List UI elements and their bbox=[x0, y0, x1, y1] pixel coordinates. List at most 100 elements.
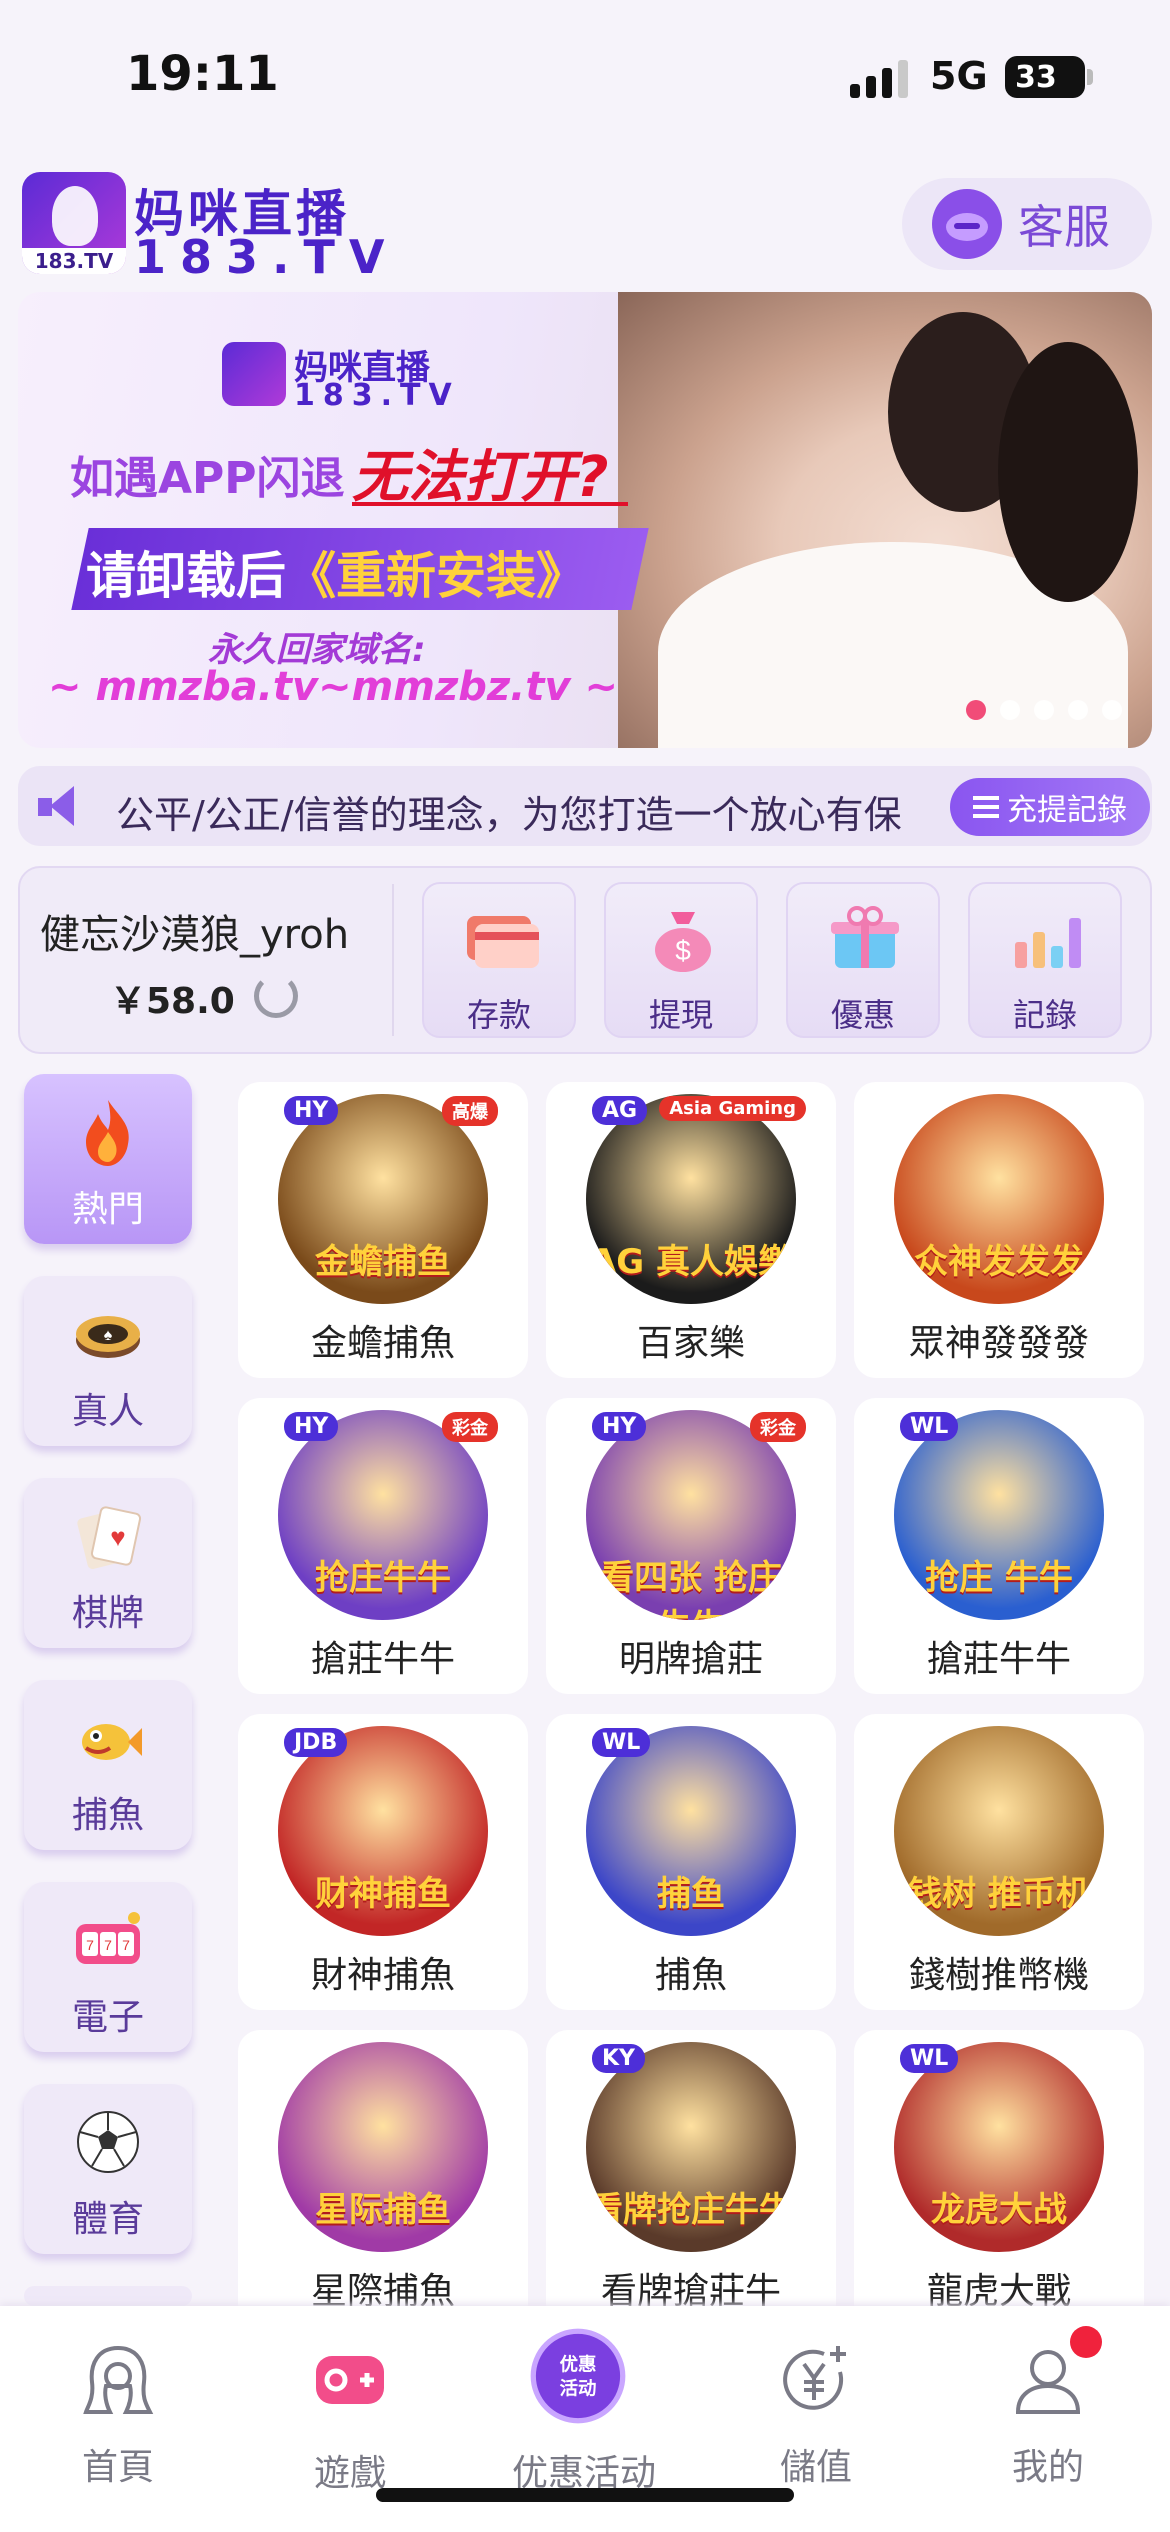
logo-badge: 183.TV bbox=[22, 248, 126, 274]
customer-service-button[interactable]: 客服 bbox=[902, 178, 1152, 270]
game-title: 錢樹推幣機 bbox=[908, 1955, 1089, 1996]
action-label: 優惠 bbox=[830, 996, 895, 1034]
tab-label: 儲值 bbox=[779, 2447, 852, 2488]
category-live[interactable]: ♠ 真人 bbox=[24, 1276, 192, 1446]
provider-badge: AG bbox=[592, 1096, 648, 1125]
game-card[interactable]: 抢庄 牛牛 WL 搶莊牛牛 bbox=[854, 1398, 1144, 1694]
game-card[interactable]: 看牌抢庄牛牛 KY 看牌搶莊牛 bbox=[546, 2030, 836, 2326]
tab-games[interactable]: 遊戲 bbox=[250, 2330, 450, 2510]
divider bbox=[392, 884, 394, 1036]
provider-badge: WL bbox=[900, 1412, 959, 1441]
banner-dot[interactable] bbox=[1034, 700, 1054, 720]
game-title: 搶莊牛牛 bbox=[310, 1639, 455, 1680]
category-hot[interactable]: 熱門 bbox=[24, 1074, 192, 1244]
notification-dot bbox=[1070, 2326, 1102, 2358]
service-label: 客服 bbox=[1018, 200, 1110, 254]
bar-chart-icon bbox=[1015, 918, 1081, 968]
game-card[interactable]: 众神发发发眾神發發發 bbox=[854, 1082, 1144, 1378]
username: 健忘沙漠狼_yroh bbox=[40, 912, 350, 958]
promo-badge-icon: 优惠 活动 bbox=[530, 2328, 626, 2424]
fish-icon bbox=[82, 1724, 142, 1760]
tab-promotions[interactable]: 优惠 活动 优惠活动 bbox=[484, 2328, 684, 2510]
category-label: 捕魚 bbox=[71, 1795, 144, 1836]
refresh-icon[interactable] bbox=[254, 974, 298, 1018]
category-label: 熱門 bbox=[71, 1189, 144, 1230]
category-cards[interactable]: ♥ 棋牌 bbox=[24, 1478, 192, 1648]
game-thumbnail-text: 看四张 抢庄牛牛 bbox=[600, 1558, 782, 1620]
banner-line1-prefix: 如遇APP闪退 bbox=[70, 453, 345, 504]
ribbon-highlight: 《重新安装》 bbox=[286, 547, 586, 605]
game-thumbnail: 龙虎大战 bbox=[894, 2042, 1104, 2252]
gamepad-icon bbox=[316, 2356, 384, 2404]
transaction-records-button[interactable]: 充提記錄 bbox=[950, 778, 1150, 836]
status-bar: 19:11 5G 33 bbox=[0, 0, 1170, 150]
category-label: 體育 bbox=[71, 2199, 144, 2240]
banner-dot[interactable] bbox=[966, 700, 986, 720]
game-title: 眾神發發發 bbox=[908, 1323, 1089, 1364]
category-sports[interactable]: 體育 bbox=[24, 2084, 192, 2254]
game-title: 捕魚 bbox=[654, 1955, 727, 1996]
records-label: 充提記錄 bbox=[1007, 793, 1127, 828]
game-card[interactable]: 看四张 抢庄牛牛 HY 彩金明牌搶莊 bbox=[546, 1398, 836, 1694]
corner-badge: Asia Gaming bbox=[659, 1096, 806, 1121]
records-button[interactable]: 記錄 bbox=[968, 882, 1122, 1038]
provider-badge: WL bbox=[900, 2044, 959, 2073]
poker-chip-icon: ♠ bbox=[76, 1316, 140, 1358]
game-thumbnail-text: 抢庄 牛牛 bbox=[925, 1558, 1073, 1598]
fire-icon bbox=[86, 1100, 129, 1166]
banner-pagination bbox=[966, 700, 1122, 720]
corner-badge: 彩金 bbox=[750, 1412, 806, 1442]
game-thumbnail-text: 看牌抢庄牛牛 bbox=[589, 2190, 793, 2230]
tab-deposit[interactable]: 儲值 bbox=[716, 2330, 916, 2510]
game-thumbnail-text: 捕鱼 bbox=[657, 1874, 725, 1914]
tab-home[interactable]: 首頁 bbox=[18, 2330, 218, 2510]
game-title: 搶莊牛牛 bbox=[926, 1639, 1071, 1680]
game-title: 金蟾捕魚 bbox=[310, 1323, 455, 1364]
game-card[interactable]: 捕鱼 WL 捕魚 bbox=[546, 1714, 836, 2010]
game-thumbnail-text: 龙虎大战 bbox=[931, 2190, 1067, 2230]
gift-icon bbox=[831, 906, 899, 968]
svg-text:7: 7 bbox=[104, 1937, 112, 1953]
category-fishing[interactable]: 捕魚 bbox=[24, 1680, 192, 1850]
banner-line1-highlight: 无法打开? bbox=[352, 445, 609, 510]
game-card[interactable]: 金蟾捕鱼 HY 高爆 金蟾捕魚 bbox=[238, 1082, 528, 1378]
promo-banner[interactable]: 妈咪直播 183.TV 如遇APP闪退 无法打开? 请卸载后《重新安装》 永久回… bbox=[18, 292, 1152, 748]
deposit-button[interactable]: 存款 bbox=[422, 882, 576, 1038]
action-label: 記錄 bbox=[1012, 996, 1077, 1034]
banner-dot[interactable] bbox=[1068, 700, 1088, 720]
banner-dot[interactable] bbox=[1102, 700, 1122, 720]
category-more[interactable] bbox=[24, 2286, 192, 2306]
playing-card-icon: ♥ bbox=[77, 1506, 142, 1570]
game-thumbnail: 钱树 推币机 bbox=[894, 1726, 1104, 1936]
svg-text:活动: 活动 bbox=[560, 2377, 597, 2399]
game-card[interactable]: 抢庄牛牛 HY 彩金 搶莊牛牛 bbox=[238, 1398, 528, 1694]
game-thumbnail-text: 众神发发发 bbox=[914, 1242, 1084, 1282]
list-icon bbox=[973, 796, 999, 818]
game-card[interactable]: 财神捕鱼 JDB 財神捕魚 bbox=[238, 1714, 528, 2010]
game-thumbnail: 看牌抢庄牛牛 bbox=[586, 2042, 796, 2252]
game-thumbnail-text: 星际捕鱼 bbox=[315, 2190, 451, 2230]
banner-domains: ~ mmzba.tv~mmzbz.tv ~ bbox=[48, 664, 618, 710]
action-label: 存款 bbox=[466, 996, 531, 1034]
headset-icon bbox=[932, 189, 1002, 259]
promotions-button[interactable]: 優惠 bbox=[786, 882, 940, 1038]
game-thumbnail: 财神捕鱼 bbox=[278, 1726, 488, 1936]
category-slots[interactable]: 7 7 7 電子 bbox=[24, 1882, 192, 2052]
category-label: 棋牌 bbox=[71, 1593, 144, 1634]
provider-badge: WL bbox=[592, 1728, 651, 1757]
svg-text:7: 7 bbox=[122, 1937, 130, 1953]
soccer-ball-icon bbox=[77, 2111, 139, 2173]
banner-dot[interactable] bbox=[1000, 700, 1020, 720]
game-card[interactable]: AG 真人娛樂 AG Asia Gaming 百家樂 bbox=[546, 1082, 836, 1378]
game-thumbnail-text: AG 真人娛樂 bbox=[589, 1242, 793, 1282]
tab-profile[interactable]: 我的 bbox=[948, 2330, 1148, 2510]
avatar-girl-icon bbox=[83, 2345, 154, 2414]
game-card[interactable]: 钱树 推币机錢樹推幣機 bbox=[854, 1714, 1144, 2010]
game-card[interactable]: 星际捕鱼 星際捕魚 bbox=[238, 2030, 528, 2326]
game-card[interactable]: 龙虎大战 WL 龍虎大戰 bbox=[854, 2030, 1144, 2326]
status-time: 19:11 bbox=[126, 46, 279, 102]
banner-logo-icon bbox=[222, 342, 286, 406]
game-thumbnail-text: 财神捕鱼 bbox=[315, 1874, 451, 1914]
battery-icon: 33 bbox=[1005, 56, 1085, 98]
withdraw-button[interactable]: $ 提現 bbox=[604, 882, 758, 1038]
